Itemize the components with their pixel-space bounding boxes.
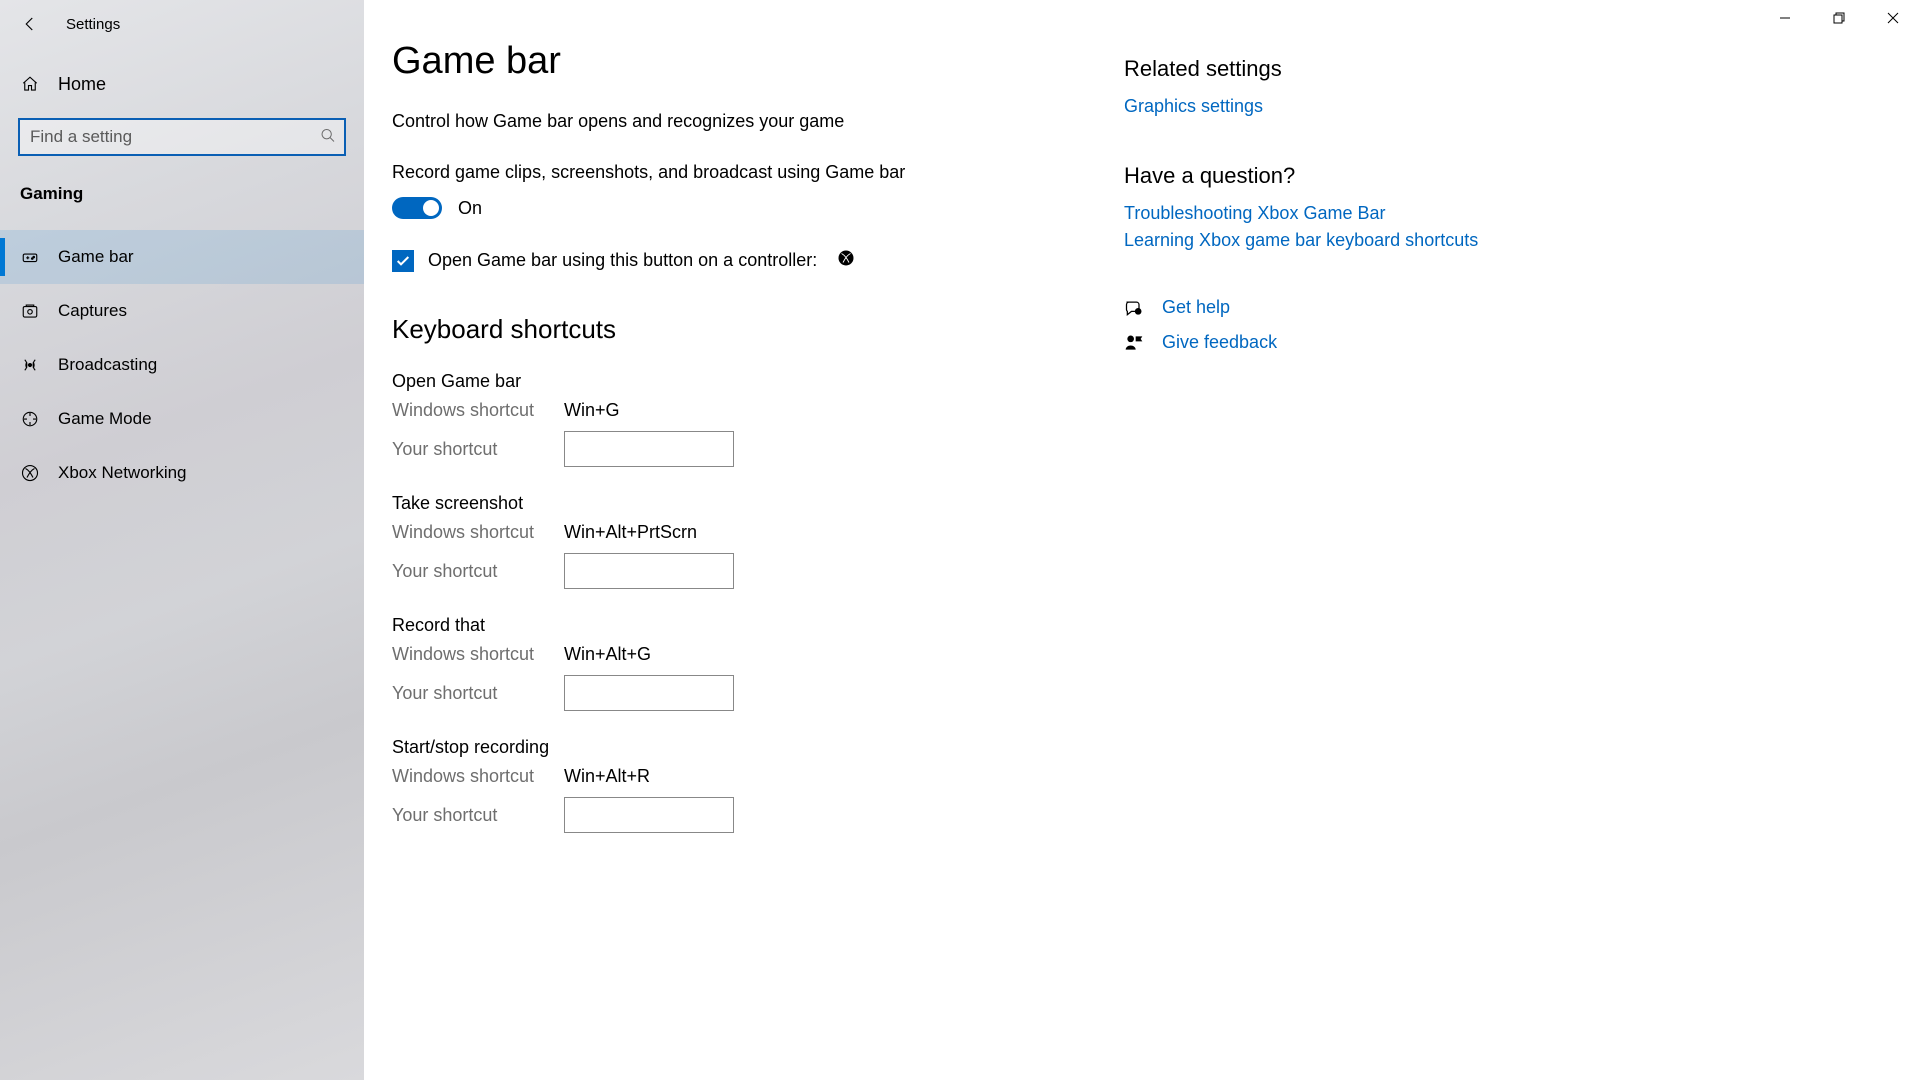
back-button[interactable] (18, 12, 42, 36)
your-shortcut-input[interactable] (564, 675, 734, 711)
game-mode-icon (20, 409, 40, 429)
controller-checkbox[interactable] (392, 250, 414, 272)
sidebar-header: Settings (0, 4, 364, 44)
broadcasting-icon (20, 355, 40, 375)
page-description: Control how Game bar opens and recognize… (392, 111, 1076, 132)
sidebar-item-broadcasting[interactable]: Broadcasting (0, 338, 364, 392)
toggle-knob (423, 200, 439, 216)
feedback-icon (1124, 333, 1144, 353)
learning-shortcuts-link[interactable]: Learning Xbox game bar keyboard shortcut… (1124, 230, 1504, 251)
win-shortcut-label: Windows shortcut (392, 766, 564, 787)
win-shortcut-value: Win+Alt+G (564, 644, 651, 665)
give-feedback-link[interactable]: Give feedback (1162, 332, 1277, 353)
your-shortcut-input[interactable] (564, 431, 734, 467)
xbox-logo-icon (837, 249, 855, 272)
shortcut-record-that: Record that Windows shortcut Win+Alt+G Y… (392, 615, 1076, 711)
controller-checkbox-label: Open Game bar using this button on a con… (428, 250, 817, 271)
shortcuts-heading: Keyboard shortcuts (392, 314, 1076, 345)
search-input[interactable] (18, 118, 346, 156)
nav-label: Game bar (58, 247, 134, 267)
checkmark-icon (395, 253, 411, 269)
shortcut-title: Record that (392, 615, 1076, 636)
sidebar-item-game-bar[interactable]: Game bar (0, 230, 364, 284)
get-help-link[interactable]: Get help (1162, 297, 1230, 318)
sidebar-item-xbox-networking[interactable]: Xbox Networking (0, 446, 364, 500)
shortcut-take-screenshot: Take screenshot Windows shortcut Win+Alt… (392, 493, 1076, 589)
search-icon (320, 128, 336, 149)
app-title: Settings (66, 16, 120, 33)
shortcut-title: Open Game bar (392, 371, 1076, 392)
sidebar-item-game-mode[interactable]: Game Mode (0, 392, 364, 446)
controller-checkbox-row: Open Game bar using this button on a con… (392, 249, 1076, 272)
nav-list: Game bar Captures Broadcasting Game Mode… (0, 230, 364, 500)
arrow-left-icon (21, 15, 39, 33)
record-toggle[interactable] (392, 197, 442, 219)
main: Game bar Control how Game bar opens and … (364, 0, 1920, 1080)
win-shortcut-label: Windows shortcut (392, 522, 564, 543)
game-bar-icon (20, 247, 40, 267)
graphics-settings-link[interactable]: Graphics settings (1124, 96, 1504, 117)
toggle-state-label: On (458, 198, 482, 219)
home-icon (20, 74, 40, 94)
sidebar-item-captures[interactable]: Captures (0, 284, 364, 338)
content: Game bar Control how Game bar opens and … (364, 0, 1124, 1080)
get-help-row[interactable]: Get help (1124, 297, 1504, 318)
nav-label: Captures (58, 301, 127, 321)
maximize-icon (1833, 12, 1845, 24)
your-shortcut-label: Your shortcut (392, 561, 564, 582)
troubleshooting-link[interactable]: Troubleshooting Xbox Game Bar (1124, 203, 1504, 224)
shortcut-start-stop-recording: Start/stop recording Windows shortcut Wi… (392, 737, 1076, 833)
minimize-button[interactable] (1758, 0, 1812, 36)
win-shortcut-label: Windows shortcut (392, 644, 564, 665)
win-shortcut-value: Win+Alt+R (564, 766, 650, 787)
your-shortcut-label: Your shortcut (392, 683, 564, 704)
related-settings-heading: Related settings (1124, 56, 1504, 82)
captures-icon (20, 301, 40, 321)
your-shortcut-label: Your shortcut (392, 805, 564, 826)
maximize-button[interactable] (1812, 0, 1866, 36)
category-label: Gaming (0, 166, 364, 212)
minimize-icon (1779, 12, 1791, 24)
window-controls (1758, 0, 1920, 36)
nav-label: Game Mode (58, 409, 152, 429)
help-icon (1124, 298, 1144, 318)
win-shortcut-value: Win+Alt+PrtScrn (564, 522, 697, 543)
record-description: Record game clips, screenshots, and broa… (392, 162, 1076, 183)
xbox-icon (20, 463, 40, 483)
home-label: Home (58, 74, 106, 95)
give-feedback-row[interactable]: Give feedback (1124, 332, 1504, 353)
close-icon (1887, 12, 1899, 24)
your-shortcut-input[interactable] (564, 553, 734, 589)
your-shortcut-label: Your shortcut (392, 439, 564, 460)
nav-label: Broadcasting (58, 355, 157, 375)
win-shortcut-value: Win+G (564, 400, 620, 421)
nav-label: Xbox Networking (58, 463, 187, 483)
shortcut-title: Take screenshot (392, 493, 1076, 514)
right-column: Related settings Graphics settings Have … (1124, 0, 1544, 1080)
win-shortcut-label: Windows shortcut (392, 400, 564, 421)
shortcut-title: Start/stop recording (392, 737, 1076, 758)
your-shortcut-input[interactable] (564, 797, 734, 833)
search-wrap (0, 110, 364, 166)
have-a-question-heading: Have a question? (1124, 163, 1504, 189)
page-title: Game bar (392, 40, 1076, 83)
sidebar-home[interactable]: Home (0, 58, 364, 110)
sidebar: Settings Home Gaming Game bar Captures (0, 0, 364, 1080)
shortcut-open-game-bar: Open Game bar Windows shortcut Win+G You… (392, 371, 1076, 467)
close-button[interactable] (1866, 0, 1920, 36)
record-toggle-row: On (392, 197, 1076, 219)
